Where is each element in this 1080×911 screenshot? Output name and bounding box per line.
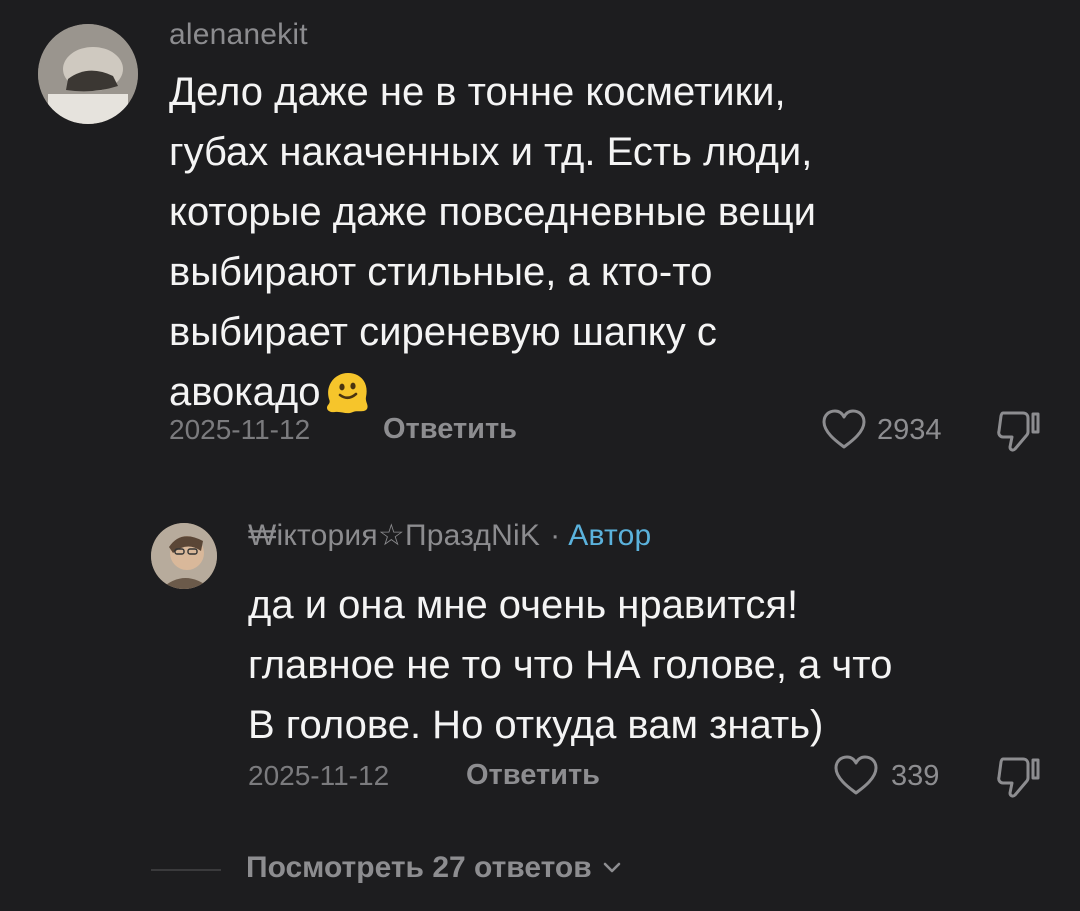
view-replies-button[interactable]: Посмотреть 27 ответов bbox=[246, 851, 622, 885]
comment-line: авокадо bbox=[169, 362, 1049, 422]
comment-line: губах накаченных и тд. Есть люди, bbox=[169, 130, 813, 174]
comment-date: 2025-11-12 bbox=[169, 414, 311, 445]
reply-button[interactable]: Ответить bbox=[383, 413, 517, 446]
melting-face-emoji bbox=[323, 369, 371, 415]
dislike-icon[interactable] bbox=[993, 405, 1045, 455]
reply-line: да и она мне очень нравится! bbox=[248, 583, 799, 627]
avatar[interactable] bbox=[38, 24, 138, 124]
comment-line: выбирает сиреневую шапку с bbox=[169, 310, 717, 354]
reply-line: В голове. Но откуда вам знать) bbox=[248, 703, 824, 747]
reply-button[interactable]: Ответить bbox=[466, 759, 600, 792]
comment-line-text: авокадо bbox=[169, 370, 321, 414]
heart-icon[interactable] bbox=[832, 753, 880, 797]
separator-dot: · bbox=[550, 518, 561, 552]
star-icon: ☆ bbox=[377, 519, 405, 552]
comment-line: Дело даже не в тонне косметики, bbox=[169, 70, 786, 114]
dislike-icon[interactable] bbox=[993, 751, 1045, 801]
avatar[interactable] bbox=[151, 523, 217, 589]
author-badge: Автор bbox=[568, 518, 652, 552]
chevron-down-icon bbox=[602, 861, 622, 875]
heart-icon[interactable] bbox=[820, 407, 868, 451]
reply-username-part: ПраздNiK bbox=[404, 519, 541, 552]
reply-username[interactable]: ₩iктория☆ПраздNiK bbox=[248, 518, 540, 553]
reply-line: главное не то что НА голове, а что bbox=[248, 643, 893, 687]
like-count: 2934 bbox=[877, 414, 942, 446]
comment-line: выбирают стильные, а кто-то bbox=[169, 250, 713, 294]
reply-username-row: ₩iктория☆ПраздNiK · Автор bbox=[248, 518, 651, 553]
comment-line: которые даже повседневные вещи bbox=[169, 190, 816, 234]
comment-text: Дело даже не в тонне косметики, губах на… bbox=[169, 62, 1049, 422]
reply-username-part: ₩iктория bbox=[248, 519, 378, 552]
divider bbox=[151, 869, 221, 871]
view-replies-label: Посмотреть 27 ответов bbox=[246, 851, 592, 884]
reply-text: да и она мне очень нравится! главное не … bbox=[248, 575, 1068, 755]
comment-username[interactable]: alenanekit bbox=[169, 18, 308, 52]
reply-date: 2025-11-12 bbox=[248, 760, 390, 791]
like-count: 339 bbox=[891, 760, 940, 792]
